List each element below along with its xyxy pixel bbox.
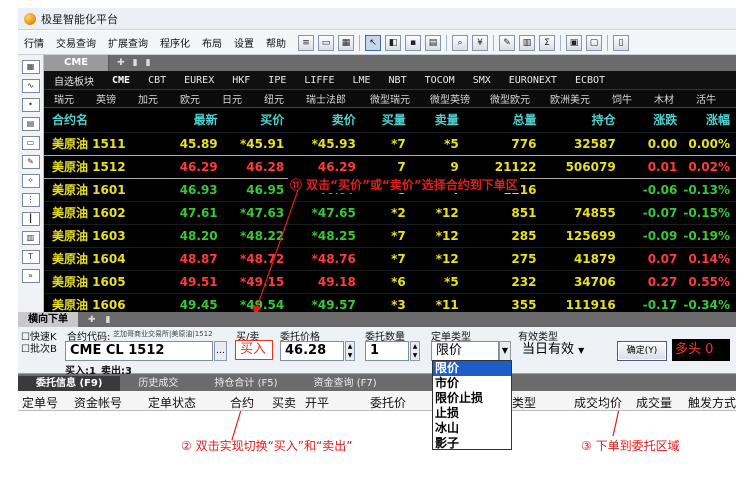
col-fill-qty[interactable]: 成交量 (636, 394, 672, 411)
qty-spinner[interactable]: ▲ ▼ (410, 341, 420, 361)
col-order-no[interactable]: 定单号 (22, 394, 58, 411)
price-input[interactable]: 46.28 (280, 341, 344, 361)
qty-input[interactable]: 1 (365, 341, 409, 361)
order-grid-header: 定单号 资金帐号 定单状态 合约 买卖 开平 委托价 类型 成交均价 成交量 触… (18, 391, 736, 411)
add-tab-icon[interactable]: ✚ (88, 315, 96, 325)
tab-history-trades[interactable]: 历史成交 (120, 376, 196, 391)
layout-toggle-icon[interactable]: ▮ (106, 315, 111, 325)
order-type-dropdown: 限价 市价 限价止损 止损 冰山 影子 (432, 360, 512, 450)
batch-order-label: 批次B (29, 344, 57, 355)
chevron-down-icon: ▼ (578, 346, 585, 355)
tab-horizontal-order[interactable]: 横向下单 (18, 312, 78, 327)
order-panel: ☐快速K ☐批次B 合约代码: 芝加哥商业交易所|美原油|1512 CME CL… (18, 327, 736, 377)
contract-code-input[interactable]: CME CL 1512 (65, 341, 213, 361)
chevron-down-icon[interactable]: ▼ (499, 341, 511, 361)
col-order-price[interactable]: 委托价 (370, 394, 406, 411)
valid-type-value: 当日有效 (522, 342, 575, 357)
col-trigger[interactable]: 触发方式 (688, 394, 736, 411)
batch-order-checkbox[interactable]: ☐批次B (21, 340, 57, 355)
col-contract[interactable]: 合约 (230, 394, 254, 411)
confirm-button[interactable]: 确定(Y) (617, 341, 667, 361)
order-type-option[interactable]: 限价 (433, 361, 511, 376)
order-type-option[interactable]: 市价 (433, 376, 511, 391)
annotation-send-order: ③ 下单到委托区域 (581, 439, 680, 453)
tab-fund-query[interactable]: 资金查询 (F7) (296, 376, 395, 391)
col-type[interactable]: 类型 (512, 394, 536, 411)
tab-order-info[interactable]: 委托信息 (F9) (18, 376, 121, 391)
col-avg-price[interactable]: 成交均价 (574, 394, 622, 411)
col-fund-account[interactable]: 资金帐号 (74, 394, 122, 411)
order-type-option[interactable]: 影子 (433, 436, 511, 451)
annotation-toggle-side: ② 双击实现切换“买入”和“卖出” (181, 439, 353, 453)
order-type-option[interactable]: 冰山 (433, 421, 511, 436)
lower-tab-strip: 委托信息 (F9) 历史成交 持仓合计 (F5) 资金查询 (F7) (18, 374, 736, 391)
price-spinner[interactable]: ▲ ▼ (345, 341, 355, 361)
col-side[interactable]: 买卖 (272, 394, 296, 411)
contract-picker-button[interactable]: … (214, 341, 227, 361)
col-open-close[interactable]: 开平 (305, 394, 329, 411)
order-type-option[interactable]: 限价止损 (433, 391, 511, 406)
order-type-option[interactable]: 止损 (433, 406, 511, 421)
tab-position-total[interactable]: 持仓合计 (F5) (196, 376, 295, 391)
side-toggle[interactable]: 买入 (235, 340, 273, 360)
order-type-select[interactable]: 限价 (431, 341, 499, 361)
col-order-status[interactable]: 定单状态 (148, 394, 196, 411)
position-display: 多头 0 (672, 339, 730, 361)
valid-type-select[interactable]: 当日有效 ▼ (518, 341, 596, 361)
order-tab-strip: 横向下单 ✚ ▮ (18, 312, 736, 327)
contract-code-hint: 芝加哥商业交易所|美原油|1512 (113, 330, 213, 338)
